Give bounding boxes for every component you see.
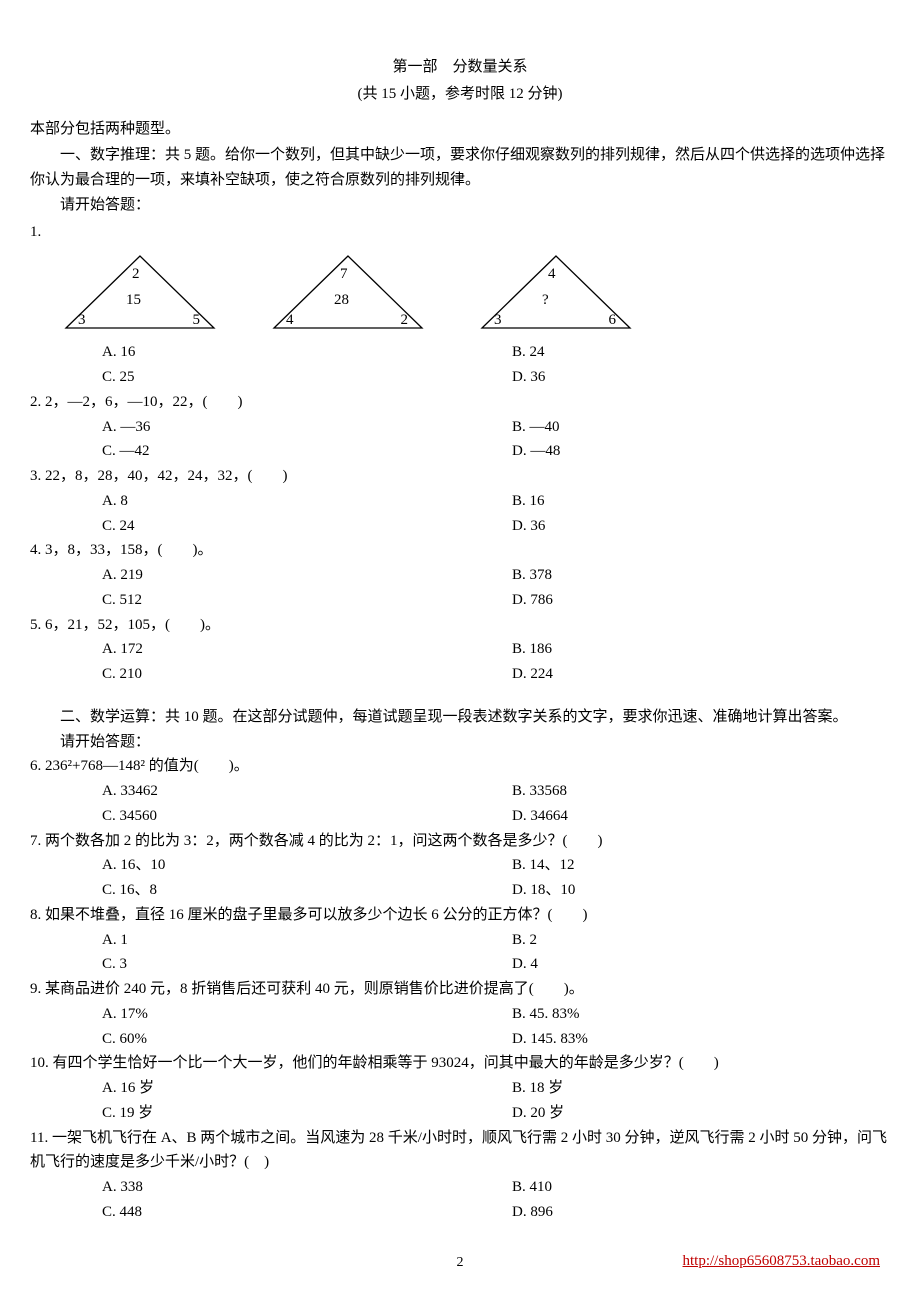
q9-opt-c: C. 60% [102, 1027, 512, 1052]
tri2-mid: 28 [334, 288, 349, 313]
q5-opt-c: C. 210 [102, 662, 512, 687]
q6-opt-b: B. 33568 [512, 779, 890, 804]
q10-opt-c: C. 19 岁 [102, 1101, 512, 1126]
q9-opt-d: D. 145. 83% [512, 1027, 890, 1052]
section-1-heading: 一、数字推理：共 5 题。给你一个数列，但其中缺少一项，要求你仔细观察数列的排列… [30, 143, 890, 193]
tri3-br: 6 [609, 308, 617, 333]
q10-stem: 10. 有四个学生恰好一个比一个大一岁，他们的年龄相乘等于 93024，问其中最… [30, 1051, 890, 1076]
q7-stem: 7. 两个数各加 2 的比为 3：2，两个数各减 4 的比为 2：1，问这两个数… [30, 829, 890, 854]
q11-opt-a: A. 338 [102, 1175, 512, 1200]
q7-opt-d: D. 18、10 [512, 878, 890, 903]
q9-stem: 9. 某商品进价 240 元，8 折销售后还可获利 40 元，则原销售价比进价提… [30, 977, 890, 1002]
tri1-br: 5 [193, 308, 201, 333]
q7-opt-b: B. 14、12 [512, 853, 890, 878]
q7-opt-a: A. 16、10 [102, 853, 512, 878]
triangle-2: 7 28 4 2 [268, 252, 428, 332]
tri2-bl: 4 [286, 308, 294, 333]
q2-opt-a: A. —36 [102, 415, 512, 440]
tri3-bl: 3 [494, 308, 502, 333]
q2-opt-b: B. —40 [512, 415, 890, 440]
q7-opt-c: C. 16、8 [102, 878, 512, 903]
q8-opt-c: C. 3 [102, 952, 512, 977]
q3-opt-b: B. 16 [512, 489, 890, 514]
q1-triangles: 2 15 3 5 7 28 4 2 4 ? 3 6 [60, 252, 890, 332]
tri3-top: 4 [548, 262, 556, 287]
q1-options-row1: A. 16 B. 24 [102, 340, 890, 365]
q1-options-row2: C. 25 D. 36 [102, 365, 890, 390]
q8-stem: 8. 如果不堆叠，直径 16 厘米的盘子里最多可以放多少个边长 6 公分的正方体… [30, 903, 890, 928]
q1-opt-b: B. 24 [512, 340, 890, 365]
q3-opt-a: A. 8 [102, 489, 512, 514]
triangle-1: 2 15 3 5 [60, 252, 220, 332]
q6-opt-c: C. 34560 [102, 804, 512, 829]
tri3-mid: ? [542, 288, 549, 313]
q9-opt-b: B. 45. 83% [512, 1002, 890, 1027]
q2-opt-d: D. —48 [512, 439, 890, 464]
intro-line1: 本部分包括两种题型。 [30, 117, 890, 142]
q10-opt-b: B. 18 岁 [512, 1076, 890, 1101]
q1-opt-c: C. 25 [102, 365, 512, 390]
q1-opt-d: D. 36 [512, 365, 890, 390]
q11-opt-d: D. 896 [512, 1200, 890, 1225]
q4-opt-b: B. 378 [512, 563, 890, 588]
q11-stem: 11. 一架飞机飞行在 A、B 两个城市之间。当风速为 28 千米/小时时，顺风… [30, 1126, 890, 1176]
begin-answer-1: 请开始答题： [30, 193, 890, 218]
tri1-top: 2 [132, 262, 140, 287]
q6-opt-d: D. 34664 [512, 804, 890, 829]
begin-answer-2: 请开始答题： [30, 730, 890, 755]
tri2-top: 7 [340, 262, 348, 287]
q4-opt-d: D. 786 [512, 588, 890, 613]
q4-stem: 4. 3，8，33，158，( )。 [30, 538, 890, 563]
q5-stem: 5. 6，21，52，105，( )。 [30, 613, 890, 638]
q2-opt-c: C. —42 [102, 439, 512, 464]
triangle-3: 4 ? 3 6 [476, 252, 636, 332]
section-2-heading: 二、数学运算：共 10 题。在这部分试题仲，每道试题呈现一段表述数字关系的文字，… [30, 705, 890, 730]
q11-opt-b: B. 410 [512, 1175, 890, 1200]
q10-opt-a: A. 16 岁 [102, 1076, 512, 1101]
q5-opt-a: A. 172 [102, 637, 512, 662]
q3-opt-d: D. 36 [512, 514, 890, 539]
page-footer: 2 http://shop65608753.taobao.com [0, 1251, 920, 1274]
q8-opt-a: A. 1 [102, 928, 512, 953]
q4-opt-c: C. 512 [102, 588, 512, 613]
q5-opt-b: B. 186 [512, 637, 890, 662]
q1-opt-a: A. 16 [102, 340, 512, 365]
q6-stem: 6. 236²+768—148² 的值为( )。 [30, 754, 890, 779]
q3-opt-c: C. 24 [102, 514, 512, 539]
part-title: 第一部 分数量关系 [30, 55, 890, 80]
exam-page: 第一部 分数量关系 (共 15 小题，参考时限 12 分钟) 本部分包括两种题型… [0, 0, 920, 1302]
q6-opt-a: A. 33462 [102, 779, 512, 804]
q1-number: 1. [30, 220, 890, 245]
q8-opt-b: B. 2 [512, 928, 890, 953]
tri2-br: 2 [401, 308, 409, 333]
shop-link[interactable]: http://shop65608753.taobao.com [683, 1249, 880, 1274]
q9-opt-a: A. 17% [102, 1002, 512, 1027]
q4-opt-a: A. 219 [102, 563, 512, 588]
tri1-mid: 15 [126, 288, 141, 313]
q11-opt-c: C. 448 [102, 1200, 512, 1225]
q8-opt-d: D. 4 [512, 952, 890, 977]
q2-stem: 2. 2，—2，6，—10，22，( ) [30, 390, 890, 415]
tri1-bl: 3 [78, 308, 86, 333]
q3-stem: 3. 22，8，28，40，42，24，32，( ) [30, 464, 890, 489]
q5-opt-d: D. 224 [512, 662, 890, 687]
q10-opt-d: D. 20 岁 [512, 1101, 890, 1126]
part-subtitle: (共 15 小题，参考时限 12 分钟) [30, 82, 890, 107]
